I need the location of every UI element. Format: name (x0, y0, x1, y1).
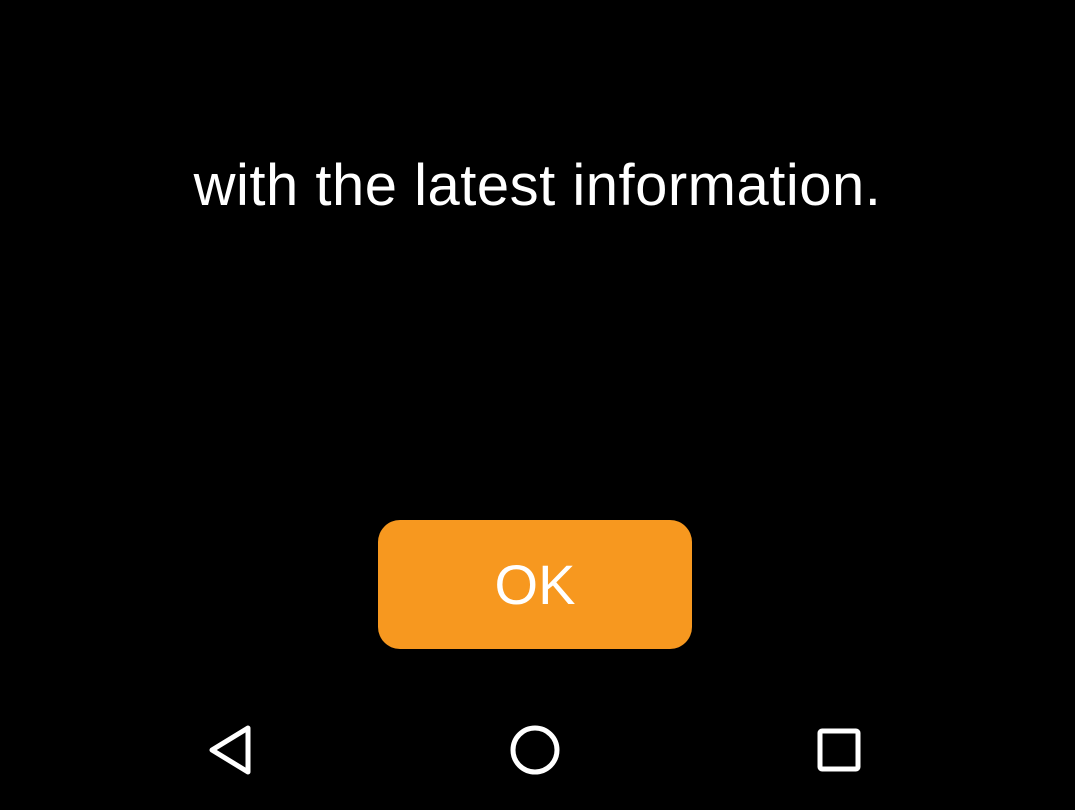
recents-button[interactable] (799, 710, 879, 790)
dialog-message: with the latest information. (0, 0, 1075, 282)
app-screen: with the latest information. OK (0, 0, 1075, 810)
circle-home-icon (510, 725, 560, 775)
square-recents-icon (817, 728, 861, 772)
message-line-partial (0, 26, 1075, 90)
message-line: with the latest information. (193, 153, 882, 218)
ok-button[interactable]: OK (378, 520, 692, 649)
navigation-bar (0, 690, 1075, 810)
home-button[interactable] (495, 710, 575, 790)
triangle-back-icon (209, 725, 251, 775)
back-button[interactable] (192, 710, 272, 790)
